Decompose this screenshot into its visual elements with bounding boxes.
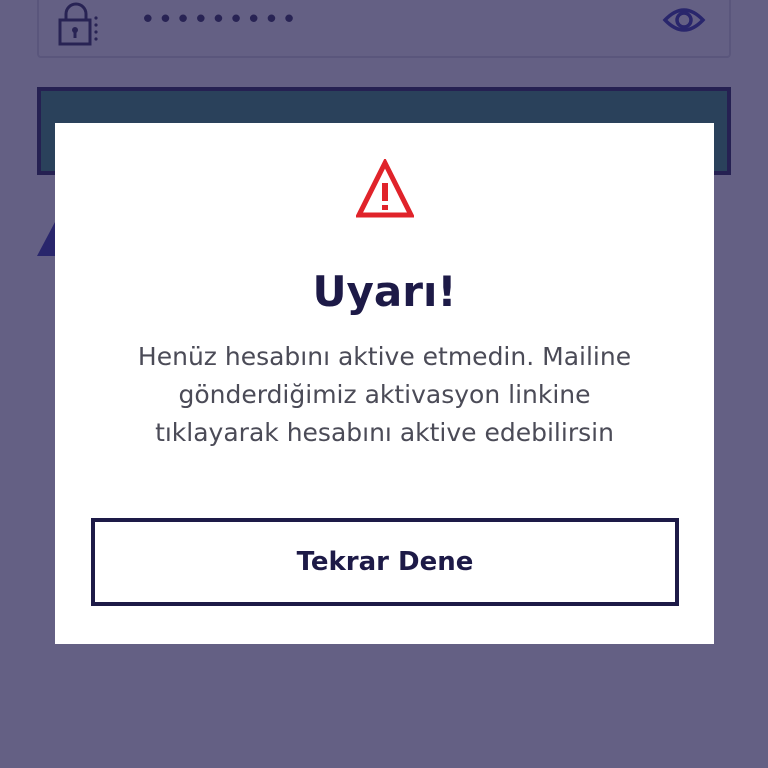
login-screen: ••••••••• Uyarı! Henüz hesabını aktive e… (0, 0, 768, 768)
warning-dialog: Uyarı! Henüz hesabını aktive etmedin. Ma… (55, 123, 714, 644)
dialog-title: Uyarı! (312, 267, 457, 316)
dialog-message: Henüz hesabını aktive etmedin. Mailine g… (137, 342, 632, 447)
warning-icon (354, 157, 416, 219)
retry-button[interactable]: Tekrar Dene (91, 518, 679, 606)
